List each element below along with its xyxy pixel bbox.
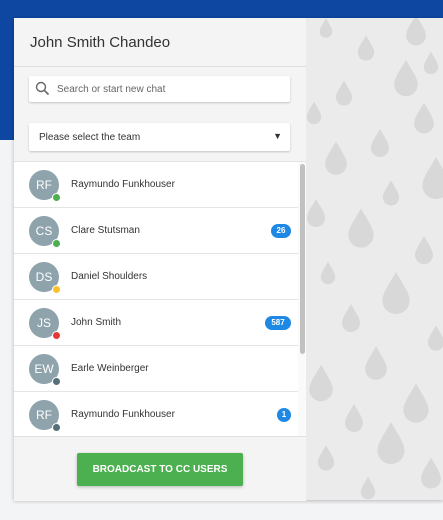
contact-name: Clare Stutsman [71,225,140,236]
page-background [0,500,443,520]
sidebar-footer: BROADCAST TO CC USERS [14,436,306,501]
contact-row[interactable]: DS Daniel Shoulders [14,254,298,300]
user-name-title: John Smith Chandeo [30,34,171,51]
search-box[interactable] [29,76,290,102]
team-select-dropdown[interactable]: Please select the team ▼ [29,123,290,151]
status-dot-icon [52,377,61,386]
status-dot-icon [52,285,61,294]
chat-panel: John Smith Chandeo Please select the tea… [14,18,443,501]
contact-list: RF Raymundo Funkhouser 1 EW Earle Weinberger… [14,161,306,437]
contact-row[interactable]: RF Raymundo Funkhouser [14,162,298,208]
unread-count-badge: 1 [277,408,291,422]
contact-name: Raymundo Funkhouser [71,409,175,420]
search-icon [35,81,50,96]
chevron-down-icon: ▼ [273,131,282,141]
raindrop-pattern [306,18,443,500]
contact-row[interactable]: JS John Smith 587 [14,300,298,346]
status-dot-icon [52,239,61,248]
contact-row[interactable]: CS Clare Stutsman 26 [14,208,298,254]
team-select-value: Please select the team [39,132,141,143]
status-dot-icon [52,423,61,432]
broadcast-button[interactable]: BROADCAST TO CC USERS [77,453,243,486]
contact-name: John Smith [71,317,122,328]
unread-count-badge: 587 [265,316,291,330]
sidebar-header: John Smith Chandeo [14,18,306,67]
conversation-background [306,18,443,500]
search-input[interactable] [57,76,285,102]
unread-count-badge: 26 [271,224,291,238]
contact-name: Daniel Shoulders [71,271,148,282]
scrollbar-thumb[interactable] [300,164,305,354]
status-dot-icon [52,193,61,202]
chat-sidebar: John Smith Chandeo Please select the tea… [14,18,307,501]
status-dot-icon [52,331,61,340]
contact-row[interactable]: EW Earle Weinberger [14,346,298,392]
contact-name: Raymundo Funkhouser [71,179,175,190]
contact-row[interactable]: RF Raymundo Funkhouser 1 [14,392,298,437]
contact-name: Earle Weinberger [71,363,149,374]
